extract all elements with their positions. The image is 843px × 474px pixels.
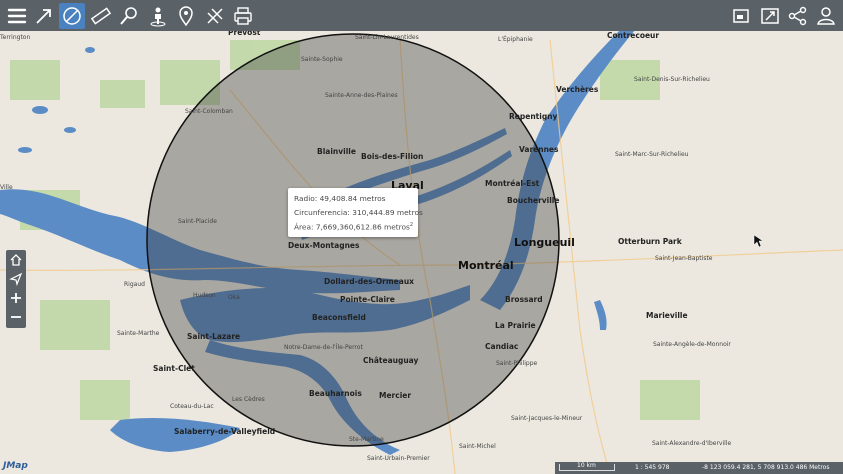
map-label: Sainte-Marthe xyxy=(117,330,160,337)
map-label: Notre-Dame-de-l'Île-Perrot xyxy=(284,344,363,351)
share-button[interactable] xyxy=(785,3,811,29)
window-button[interactable] xyxy=(728,3,754,29)
map-label: Ville xyxy=(0,184,13,191)
map-label: Verchères xyxy=(556,85,599,94)
jmap-logo: JMap xyxy=(3,461,28,471)
map-label: Saint-Philippe xyxy=(496,360,538,367)
satellite-icon xyxy=(207,8,223,24)
menu-button[interactable] xyxy=(4,3,30,29)
map-label: Montréal xyxy=(458,259,514,272)
measure-distance-button[interactable] xyxy=(88,3,114,29)
radius-text: Radio: 49,408.84 metros xyxy=(294,194,386,203)
map-label: Saint-Placide xyxy=(178,218,217,225)
map-label: Otterburn Park xyxy=(618,237,682,246)
map-label: La Prairie xyxy=(495,321,536,330)
map-label: Longueuil xyxy=(514,236,575,249)
select-arrow-icon xyxy=(36,9,51,24)
map-label: Deux-Montagnes xyxy=(288,241,360,250)
map-label: Saint-Jacques-le-Mineur xyxy=(511,415,583,422)
map-label: Boucherville xyxy=(507,196,560,205)
map-label: Blainville xyxy=(317,147,356,156)
measure-area-button[interactable] xyxy=(59,3,85,29)
map-label: Terrington xyxy=(0,34,31,41)
map-label: Saint-Marc-Sur-Richelieu xyxy=(615,151,689,158)
zoom-in-button[interactable] xyxy=(6,288,26,307)
user-icon xyxy=(817,7,835,25)
share-icon xyxy=(788,6,807,26)
location-pin-icon xyxy=(179,6,193,27)
fullscreen-button[interactable] xyxy=(757,3,783,29)
map-label: Saint-Lin-Laurentides xyxy=(355,34,419,41)
map-label: Sainte-Angèle-de-Monnoir xyxy=(653,341,731,348)
map-label: Hudson xyxy=(193,292,216,299)
navigation-arrow-icon xyxy=(9,272,23,286)
map-label: Châteauguay xyxy=(363,356,419,365)
map-label: Saint-Denis-Sur-Richelieu xyxy=(634,76,710,83)
map-label: Saint-Urbain-Premier xyxy=(367,455,430,462)
zoom-out-button[interactable] xyxy=(6,307,26,326)
map-canvas[interactable] xyxy=(0,0,843,474)
fullscreen-icon xyxy=(761,8,779,24)
map-label: Varennes xyxy=(519,145,559,154)
home-icon xyxy=(10,253,22,266)
map-label: Beauharnois xyxy=(309,389,362,398)
map-label: Oka xyxy=(228,294,240,301)
map-label: Montréal-Est xyxy=(485,179,540,188)
home-button[interactable] xyxy=(6,250,26,269)
map-label: Saint-Alexandre-d'Iberville xyxy=(652,440,732,447)
map-label: Mercier xyxy=(379,391,412,400)
area-text: Área: 7,669,360,612.86 metros xyxy=(294,222,410,232)
map-label: Saint-Lazare xyxy=(187,332,241,341)
map-label: Saint-Jean-Baptiste xyxy=(655,255,713,262)
map-label: Rigaud xyxy=(124,281,145,288)
location-pin-button[interactable] xyxy=(173,3,199,29)
zoom-tool-icon xyxy=(120,7,137,25)
map-label: Candiac xyxy=(485,342,519,351)
satellite-button[interactable] xyxy=(202,3,228,29)
map-label: Brossard xyxy=(505,295,543,304)
status-bar: 10 km 1 : 545 978 -8 123 059.4 281, 5 70… xyxy=(555,462,843,474)
minus-icon xyxy=(11,315,21,318)
street-view-button[interactable] xyxy=(145,3,171,29)
map-label: Dollard-des-Ormeaux xyxy=(324,277,415,286)
street-view-icon xyxy=(150,7,166,27)
area-text-row: Área: 7,669,360,612.86 metros2 xyxy=(294,219,414,234)
circumference-text: Circunferencia: 310,444.89 metros xyxy=(294,207,423,217)
measure-area-icon xyxy=(63,7,81,25)
plus-icon xyxy=(11,292,21,303)
map-label: Repentigny xyxy=(509,112,558,121)
map-label: Saint-Michel xyxy=(459,443,496,450)
map-label: Ste-Martine xyxy=(349,436,384,443)
map-label: L'Épiphanie xyxy=(498,36,533,43)
map-label: Saint-Clet xyxy=(153,364,195,373)
select-arrow-button[interactable] xyxy=(31,3,57,29)
locate-button[interactable] xyxy=(6,269,26,288)
print-icon xyxy=(234,7,252,25)
scale-ratio: 1 : 545 978 xyxy=(635,464,670,471)
map-label: Marieville xyxy=(646,311,688,320)
zoom-tool-button[interactable] xyxy=(116,3,142,29)
scale-label: 10 km xyxy=(577,462,596,469)
map-navigation-tools xyxy=(6,250,26,328)
top-toolbar xyxy=(0,0,843,31)
map-label: Les Cèdres xyxy=(232,396,265,403)
map-label: Beaconsfield xyxy=(312,313,366,322)
map-label: Saint-Colomban xyxy=(185,108,233,115)
map-label: Contrecoeur xyxy=(607,31,660,40)
cursor-coordinates: -8 123 059.4 281, 5 708 913.0 486 Metros xyxy=(702,464,830,471)
map-label: Sainte-Anne-des-Plaines xyxy=(325,92,398,99)
measurement-popup: Radio: 49,408.84 metros Circunferencia: … xyxy=(288,188,423,237)
measure-distance-icon xyxy=(90,7,112,25)
map-label: Sainte-Sophie xyxy=(301,56,343,63)
menu-icon xyxy=(7,8,27,24)
map-label: Salaberry-de-Valleyfield xyxy=(174,427,276,436)
map-label: Coteau-du-Lac xyxy=(170,403,214,410)
map-label: Bois-des-Filion xyxy=(361,152,424,161)
map-label: Pointe-Claire xyxy=(340,295,395,304)
user-button[interactable] xyxy=(813,3,839,29)
window-icon xyxy=(733,9,749,23)
area-unit-sup: 2 xyxy=(409,222,414,229)
print-button[interactable] xyxy=(230,3,256,29)
